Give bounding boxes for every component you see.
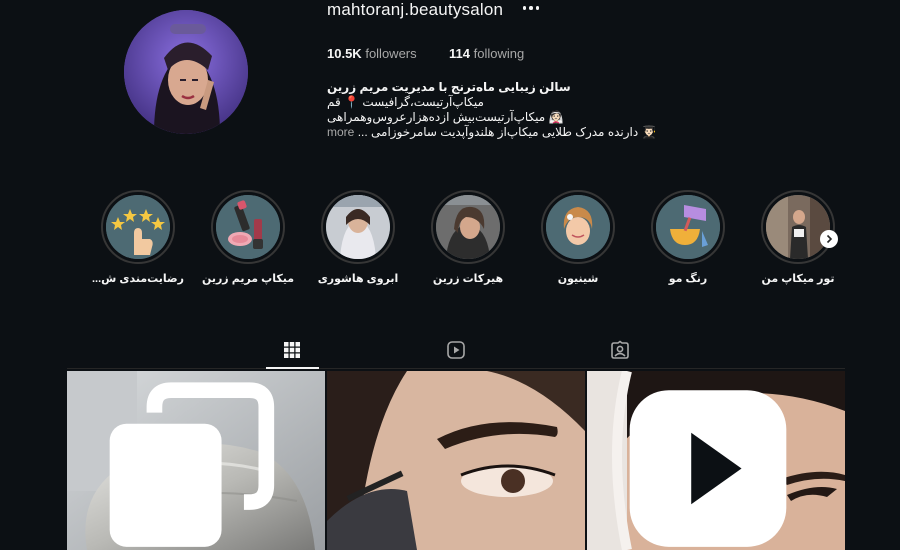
reels-icon [447, 341, 465, 359]
highlight-label: رنگ مو [668, 273, 708, 285]
story-highlights: رضایت‌مندی ش... میکاپ مریم زرین ابروی ها… [0, 190, 900, 300]
tab-tagged[interactable] [608, 338, 632, 362]
highlight-label: شینیون [557, 273, 599, 285]
carousel-icon [109, 382, 275, 547]
followers-label: followers [365, 46, 417, 61]
tour-photo-icon [766, 195, 830, 259]
following-count: 114 [449, 46, 470, 61]
bio-line-2: 👰🏻 میکاپ‌آرتیست‌بیش ازده‌هزارعروس‌وهمراه… [327, 110, 564, 124]
highlight-item[interactable]: شینیون [523, 190, 633, 285]
highlight-label: میکاپ مریم زرین [201, 273, 295, 285]
active-tab-indicator [266, 367, 319, 369]
bio-line-3-text: 👨🏻‍🎓 دارنده مدرک طلایی میکاپ‌از هلندوآپد… [357, 125, 657, 139]
highlight-item[interactable]: رضایت‌مندی ش... [83, 190, 193, 285]
following-label: following [473, 46, 525, 61]
portrait-photo-icon [326, 195, 390, 259]
stars-hand-icon [106, 195, 170, 259]
avatar-photo [124, 10, 248, 134]
highlights-next-button[interactable] [820, 230, 838, 248]
reel-play-icon [629, 390, 787, 547]
highlight-label: ابروی هاشوری [317, 273, 399, 285]
bio-line-1: میکاپ‌آرتیست،گرافیست 📍 قم [327, 95, 484, 109]
highlight-item[interactable]: میکاپ مریم زرین [193, 190, 303, 285]
highlight-item[interactable]: ابروی هاشوری [303, 190, 413, 285]
chevron-right-icon [826, 234, 833, 244]
grid-icon [284, 342, 300, 358]
following-stat[interactable]: 114 following [449, 46, 524, 61]
updo-icon [546, 195, 610, 259]
bio-title: سالن زیبایی ماه‌ترنج با مدیریت مریم زرین [327, 80, 571, 94]
bio-line-3: 👨🏻‍🎓 دارنده مدرک طلایی میکاپ‌از هلندوآپد… [327, 125, 657, 140]
more-options-icon[interactable] [521, 0, 541, 16]
highlight-label: تور میکاپ من [761, 273, 835, 285]
tab-reels[interactable] [444, 338, 468, 362]
profile-avatar[interactable] [124, 10, 248, 134]
haircut-photo-icon [436, 195, 500, 259]
bio-more-link[interactable]: more [327, 125, 354, 139]
hair-dye-icon [656, 195, 720, 259]
post-thumbnail[interactable] [327, 371, 585, 550]
tagged-icon [611, 340, 629, 359]
post-thumbnail[interactable] [67, 371, 325, 550]
tab-posts[interactable] [280, 338, 304, 362]
profile-bio: سالن زیبایی ماه‌ترنج با مدیریت مریم زرین… [327, 80, 657, 140]
highlight-item[interactable]: رنگ مو [633, 190, 743, 285]
post-image-eyebrows [327, 371, 585, 550]
highlight-label: هیرکات زرین [432, 273, 504, 285]
makeup-icon [216, 195, 280, 259]
post-thumbnail[interactable] [587, 371, 845, 550]
profile-username: mahtoranj.beautysalon [327, 0, 504, 19]
followers-stat[interactable]: 10.5K followers [327, 46, 417, 61]
tabs-divider [67, 368, 845, 369]
highlight-label: رضایت‌مندی ش... [91, 273, 184, 285]
highlight-item[interactable]: هیرکات زرین [413, 190, 523, 285]
followers-count: 10.5K [327, 46, 362, 61]
